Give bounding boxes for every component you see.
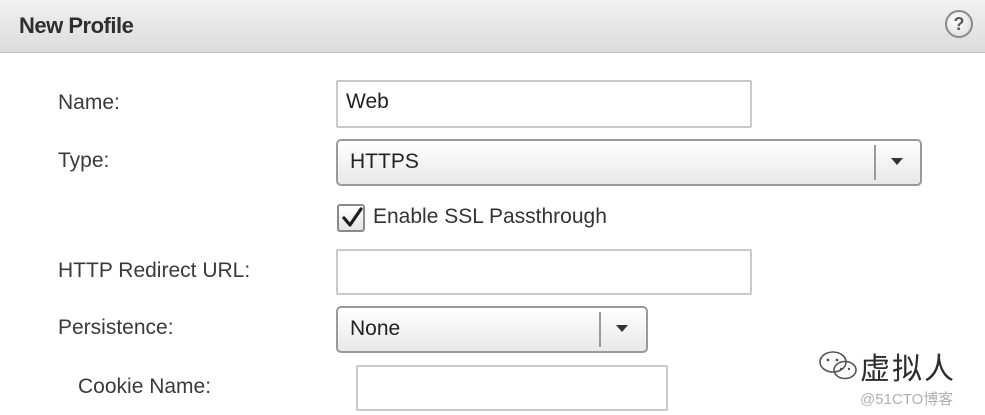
chevron-down-icon[interactable] (616, 325, 628, 332)
ssl-passthrough-checkbox[interactable] (337, 204, 365, 232)
persistence-select-divider (599, 312, 601, 347)
dialog-header: New Profile ? (0, 0, 985, 53)
question-circle-icon: ? (953, 14, 965, 34)
chat-bubble-icon (819, 351, 857, 380)
cookie-name-input[interactable] (356, 365, 668, 411)
persistence-label: Persistence: (58, 316, 174, 339)
cookie-name-label: Cookie Name: (78, 375, 212, 398)
help-button[interactable]: ? (945, 10, 973, 38)
type-select-divider (874, 145, 876, 180)
checkmark-icon (342, 207, 363, 227)
name-input-value: Web (346, 90, 389, 113)
name-label: Name: (58, 91, 120, 114)
type-select[interactable]: HTTPS (336, 139, 922, 186)
type-select-value: HTTPS (350, 150, 419, 173)
type-label: Type: (58, 149, 110, 172)
http-redirect-url-input[interactable] (336, 249, 752, 295)
ssl-passthrough-label[interactable]: Enable SSL Passthrough (373, 205, 607, 229)
watermark: 虚拟人 @51CTO博客 (818, 344, 978, 412)
watermark-brand: 虚拟人 (860, 352, 956, 387)
watermark-source: @51CTO博客 (860, 391, 954, 408)
persistence-select-value: None (350, 317, 401, 340)
name-input[interactable]: Web (336, 80, 752, 128)
chevron-down-icon[interactable] (891, 158, 903, 165)
dialog-title: New Profile (19, 13, 134, 38)
persistence-select[interactable]: None (336, 306, 648, 353)
http-redirect-url-label: HTTP Redirect URL: (58, 259, 251, 282)
